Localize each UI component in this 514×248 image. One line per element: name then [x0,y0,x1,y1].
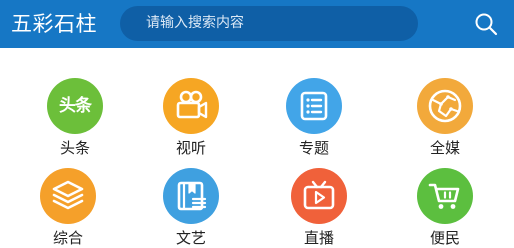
grid-item-label: 头条 [59,139,90,157]
grid-item-shiting[interactable]: 视听 [151,78,231,157]
grid-item-label: 视听 [175,139,206,157]
book-icon [163,168,219,224]
grid-item-label: 直播 [303,229,334,247]
search-placeholder: 请输入搜索内容 [146,15,244,31]
grid-item-wenyi[interactable]: 文艺 [151,168,231,247]
search-input[interactable]: 请输入搜索内容 [120,6,418,41]
tv-play-icon [291,168,347,224]
grid-item-zhuanti[interactable]: 专题 [274,78,354,157]
grid-item-quanmei[interactable]: 全媒 [405,78,485,157]
grid-item-label: 综合 [52,229,83,247]
search-button[interactable] [474,12,498,36]
grid-item-label: 文艺 [175,229,206,247]
toutiao-icon: 头条 [47,78,103,134]
grid-item-label: 便民 [429,229,460,247]
layers-icon [40,168,96,224]
grid-item-toutiao[interactable]: 头条 头条 [35,78,115,157]
video-camera-icon [163,78,219,134]
list-icon [286,78,342,134]
grid-item-label: 专题 [298,139,329,157]
shopping-cart-icon [417,168,473,224]
globe-icon [417,78,473,134]
grid-item-bianmin[interactable]: 便民 [405,168,485,247]
grid-item-zonghe[interactable]: 综合 [28,168,108,247]
grid-item-label: 全媒 [429,139,460,157]
top-bar: 五彩石柱 请输入搜索内容 [0,0,514,48]
toutiao-icon-text: 头条 [59,96,92,116]
grid-item-zhibo[interactable]: 直播 [279,168,359,247]
search-icon [475,13,498,36]
app-title: 五彩石柱 [11,12,97,36]
